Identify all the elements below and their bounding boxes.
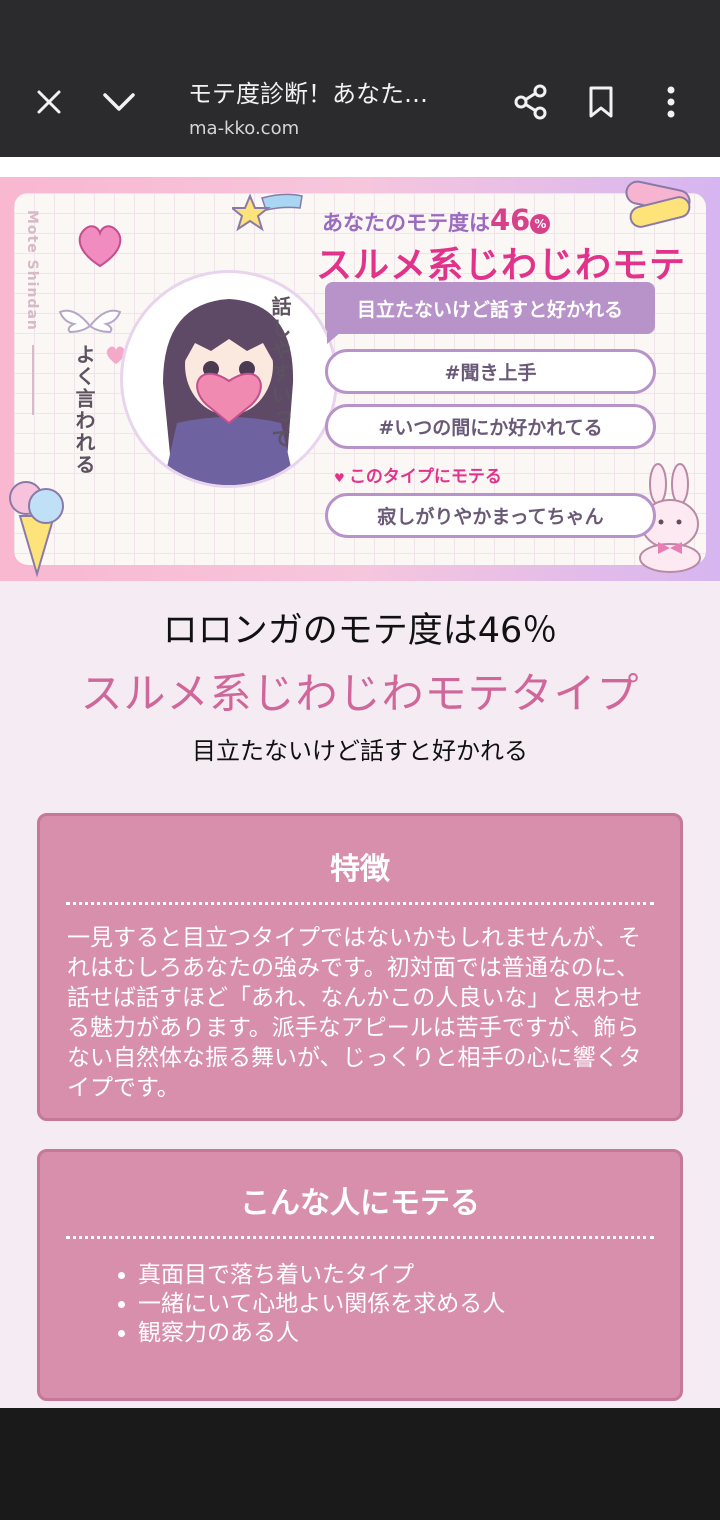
result-score: ロロンガのモテ度は46％ bbox=[162, 611, 558, 651]
banner-side-label: Mote Shindan bbox=[24, 210, 40, 331]
more-vert-icon[interactable] bbox=[647, 78, 695, 126]
result-subtitle: 目立たないけど話すと好かれる bbox=[192, 737, 528, 765]
chevron-down-icon[interactable] bbox=[95, 78, 143, 126]
heart-bullet-icon: ♥ bbox=[334, 471, 349, 485]
banner-score-prefix: あなたのモテ度は bbox=[322, 211, 490, 235]
attract-label-text: このタイプにモテる bbox=[348, 467, 502, 487]
banner-tag: #いつの間にか好かれてる bbox=[325, 404, 656, 449]
banner-type: スルメ系じわじわモテ bbox=[316, 245, 687, 286]
shooting-star-icon bbox=[232, 193, 303, 232]
heart-icon bbox=[78, 225, 122, 268]
banner-bubble: 目立たないけど話すと好かれる bbox=[325, 282, 655, 344]
banner-attract-label: ♥ このタイプにモテる bbox=[334, 462, 502, 487]
navigation-bar bbox=[0, 1408, 720, 1520]
ice-cream-icon bbox=[9, 481, 64, 578]
quote-col2: よく言われる bbox=[72, 344, 96, 476]
close-icon[interactable] bbox=[25, 78, 73, 126]
popular-with-title: こんな人にモテる bbox=[240, 1186, 480, 1221]
banner-score-value: 46 bbox=[490, 203, 531, 237]
banner-side-line bbox=[32, 345, 34, 415]
quote-col1: 話しやすいって bbox=[268, 296, 292, 450]
list-item: 一緒にいて心地よい関係を求める人 bbox=[138, 1290, 680, 1319]
bandage-icon bbox=[625, 180, 691, 228]
browser-toolbar: モテ度診断！あなた… ma-kko.com bbox=[0, 0, 720, 157]
wings-icon bbox=[58, 309, 122, 334]
list-item: 真面目で落ち着いたタイプ bbox=[138, 1261, 680, 1290]
result-type: スルメ系じわじわモテタイプ bbox=[80, 669, 640, 718]
features-body: 一見すると目立つタイプではないかもしれませんが、それはむしろあなたの強みです。初… bbox=[67, 925, 643, 1101]
banner-score-unit: % bbox=[530, 214, 551, 234]
popular-with-list: 真面目で落ち着いたタイプ 一緒にいて心地よい関係を求める人 観察力のある人 bbox=[40, 1239, 680, 1348]
banner-attract-value: 寂しがりやかまってちゃん bbox=[325, 493, 656, 538]
features-section: 特徴 一見すると目立つタイプではないかもしれませんが、それはむしろあなたの強みで… bbox=[37, 813, 683, 1121]
character-illustration bbox=[120, 270, 338, 488]
share-icon[interactable] bbox=[507, 78, 555, 126]
page-url[interactable]: ma-kko.com bbox=[189, 118, 299, 139]
popular-with-section: こんな人にモテる 真面目で落ち着いたタイプ 一緒にいて心地よい関係を求める人 観… bbox=[37, 1149, 683, 1401]
page-title[interactable]: モテ度診断！あなた… bbox=[188, 74, 428, 109]
banner-tag: #聞き上手 bbox=[325, 349, 656, 394]
list-item: 観察力のある人 bbox=[138, 1319, 680, 1348]
features-title: 特徴 bbox=[330, 852, 390, 887]
top-divider bbox=[0, 157, 720, 177]
banner-score: あなたのモテ度は46% bbox=[322, 203, 551, 237]
bookmark-icon[interactable] bbox=[577, 78, 625, 126]
